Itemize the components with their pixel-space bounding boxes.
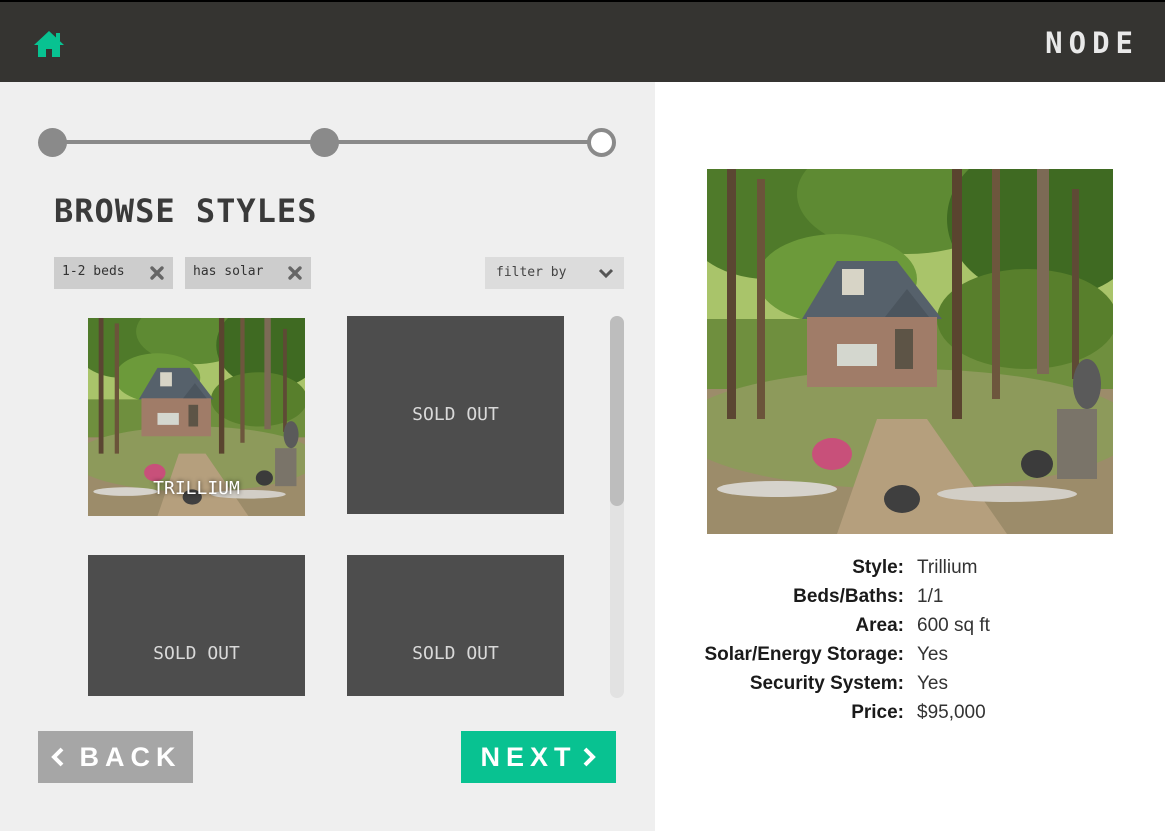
chevron-down-icon [598,267,614,279]
style-detail-panel: Style: Trillium Beds/Baths: 1/1 Area: 60… [655,82,1165,831]
filter-dropdown[interactable]: filter by [485,257,624,289]
detail-row: Price: $95,000 [655,702,1165,731]
remove-chip-icon[interactable] [287,265,303,281]
detail-value: 600 sq ft [917,615,990,636]
detail-value: Yes [917,644,948,665]
page-title: BROWSE STYLES [54,192,318,230]
top-bar: NODE [0,0,1165,82]
style-tile[interactable]: SOLD OUT [347,316,564,514]
next-button[interactable]: NEXT [461,731,616,783]
step-2-dot [310,128,339,157]
detail-row: Area: 600 sq ft [655,615,1165,644]
detail-value: Yes [917,673,948,694]
style-tile-label: SOLD OUT [412,643,499,664]
progress-stepper [38,126,618,158]
detail-label: Price: [851,702,904,723]
style-details: Style: Trillium Beds/Baths: 1/1 Area: 60… [655,557,1165,731]
style-tile-label: TRILLIUM [153,478,240,499]
filter-chip-solar: has solar [185,257,311,289]
style-tile-label: SOLD OUT [412,404,499,425]
detail-value: $95,000 [917,702,986,723]
detail-row: Security System: Yes [655,673,1165,702]
browse-panel: BROWSE STYLES 1-2 beds has solar filter … [0,82,655,831]
grid-scrollbar[interactable] [610,316,624,698]
chevron-left-icon [50,746,66,768]
detail-label: Style: [852,557,904,578]
style-photo [707,169,1113,534]
step-3-dot [587,128,616,157]
style-tile[interactable]: SOLD OUT [88,555,305,696]
filter-dropdown-label: filter by [496,265,567,280]
step-1-dot [38,128,67,157]
filter-chip-beds: 1-2 beds [54,257,173,289]
step-connector-1 [52,140,324,144]
style-tile-label: SOLD OUT [153,643,240,664]
next-button-label: NEXT [480,741,577,772]
brand-logo: NODE [1045,26,1139,60]
back-button[interactable]: BACK [38,731,193,783]
detail-row: Style: Trillium [655,557,1165,586]
scrollbar-thumb[interactable] [610,316,624,506]
detail-row: Beds/Baths: 1/1 [655,586,1165,615]
detail-value: 1/1 [917,586,944,607]
detail-label: Solar/Energy Storage: [704,644,904,665]
filter-chip-label: has solar [193,264,264,279]
detail-label: Security System: [749,673,904,694]
remove-chip-icon[interactable] [149,265,165,281]
back-button-label: BACK [79,741,182,772]
home-icon[interactable] [33,29,65,59]
detail-row: Solar/Energy Storage: Yes [655,644,1165,673]
styles-grid: TRILLIUM SOLD OUT SOLD OUT SOLD OUT [0,314,600,696]
detail-label: Beds/Baths: [793,586,904,607]
chevron-right-icon [581,746,597,768]
detail-value: Trillium [917,557,978,578]
style-tile[interactable]: TRILLIUM [88,318,305,516]
detail-label: Area: [855,615,904,636]
filter-chip-label: 1-2 beds [62,264,125,279]
step-connector-2 [324,140,602,144]
style-tile[interactable]: SOLD OUT [347,555,564,696]
